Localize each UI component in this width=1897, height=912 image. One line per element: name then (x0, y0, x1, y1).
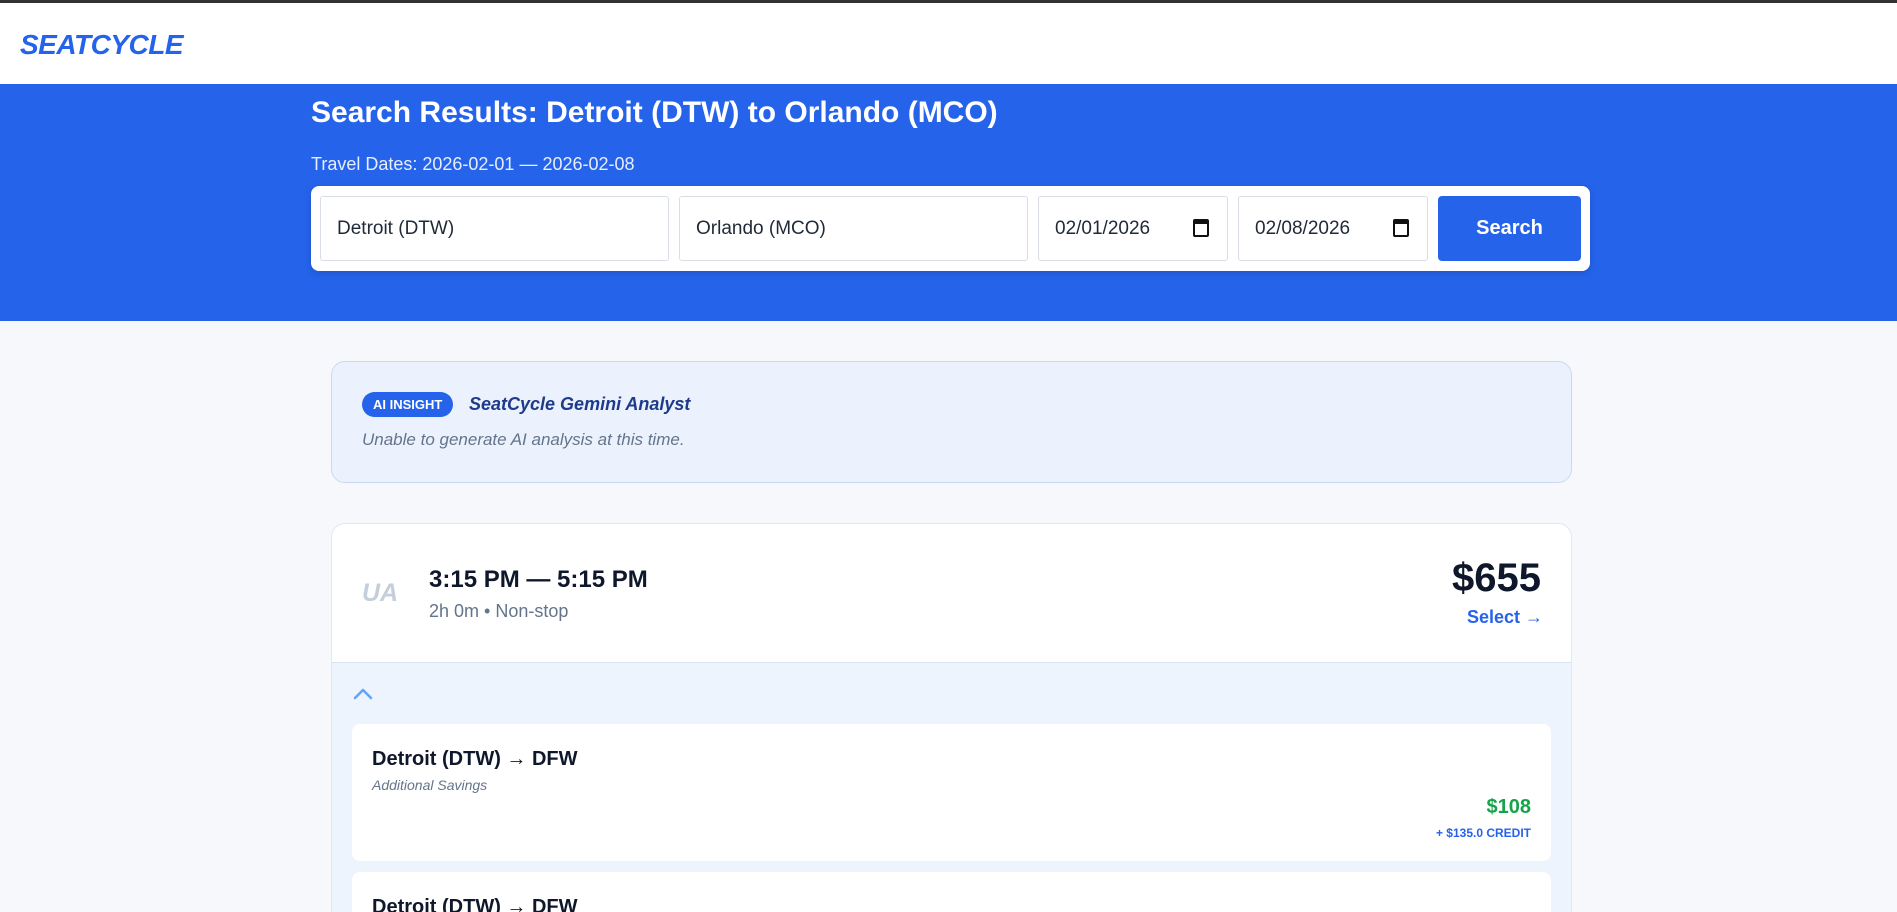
leg-option-card[interactable]: Detroit (DTW) → DFW Additional Savings $… (352, 724, 1551, 861)
flight-duration-stops: 2h 0m • Non-stop (429, 601, 569, 621)
search-button[interactable]: Search (1438, 196, 1581, 261)
calendar-icon[interactable] (1393, 219, 1409, 237)
travel-dates: Travel Dates: 2026-02-01 — 2026-02-08 (311, 154, 635, 174)
leg-route: Detroit (DTW) → DFW (372, 896, 578, 912)
ai-insight-card: AI INSIGHT SeatCycle Gemini Analyst Unab… (331, 361, 1572, 483)
leg-price: $108 (1486, 796, 1532, 818)
ai-analyst-name: SeatCycle Gemini Analyst (469, 394, 691, 414)
origin-value: Detroit (DTW) (337, 217, 455, 239)
leg-option-card[interactable]: Detroit (DTW) → DFW (352, 872, 1551, 912)
depart-date-input[interactable]: 02/01/2026 (1038, 196, 1228, 261)
page-title: Search Results: Detroit (DTW) to Orlando… (311, 96, 998, 129)
search-hero: Search Results: Detroit (DTW) to Orlando… (0, 84, 1897, 321)
calendar-icon[interactable] (1193, 219, 1209, 237)
chevron-up-icon[interactable] (352, 685, 374, 701)
leg-credit: + $135.0 CREDIT (1435, 826, 1531, 840)
airline-code: UA (362, 579, 399, 607)
top-navbar: SEATCYCLE (0, 0, 1897, 84)
ai-analysis-message: Unable to generate AI analysis at this t… (362, 430, 685, 449)
origin-input[interactable]: Detroit (DTW) (320, 196, 669, 261)
destination-value: Orlando (MCO) (696, 217, 826, 239)
ai-insight-badge: AI INSIGHT (362, 392, 454, 417)
leg-route: Detroit (DTW) → DFW (372, 748, 578, 770)
flight-result-card[interactable]: UA 3:15 PM — 5:15 PM 2h 0m • Non-stop $6… (331, 523, 1572, 912)
search-form: Detroit (DTW) Orlando (MCO) 02/01/2026 0… (311, 186, 1590, 271)
select-flight-link[interactable]: Select → (1467, 607, 1543, 628)
seatcycle-logo[interactable]: SEATCYCLE (20, 29, 184, 61)
destination-input[interactable]: Orlando (MCO) (679, 196, 1028, 261)
flight-times: 3:15 PM — 5:15 PM (429, 566, 648, 593)
flight-price: $655 (1452, 556, 1541, 600)
leg-subtitle: Additional Savings (372, 777, 488, 793)
return-date-input[interactable]: 02/08/2026 (1238, 196, 1428, 261)
return-date-value: 02/08/2026 (1255, 217, 1351, 239)
flight-details-panel: Detroit (DTW) → DFW Additional Savings $… (332, 662, 1571, 912)
depart-date-value: 02/01/2026 (1055, 217, 1151, 239)
